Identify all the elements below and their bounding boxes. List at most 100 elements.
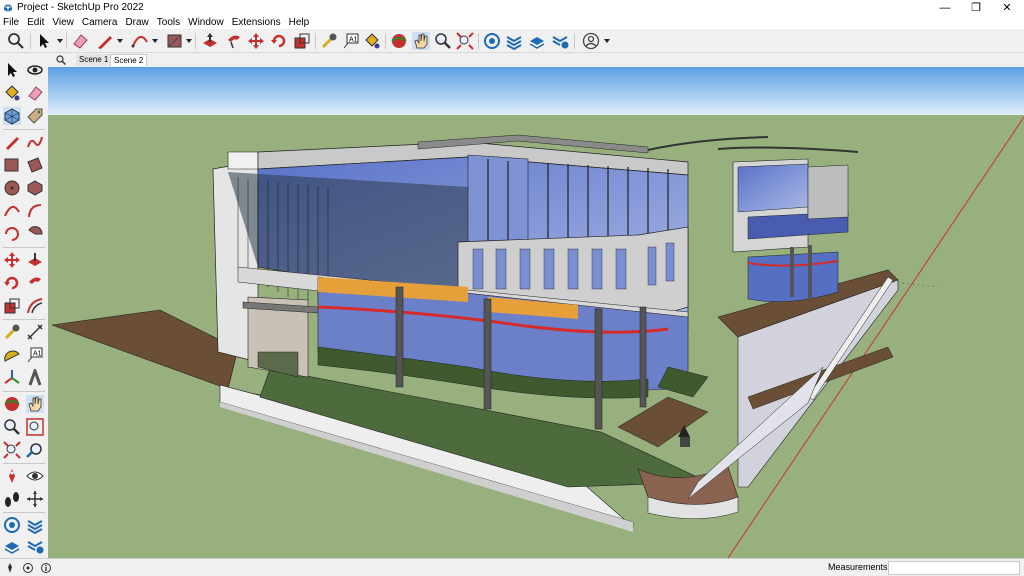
measurements-input[interactable] [888, 561, 1020, 575]
rotate-icon[interactable] [270, 32, 288, 50]
freehand-icon[interactable] [26, 133, 44, 151]
dimension-icon[interactable] [26, 323, 44, 341]
scene-tab-label: Scene 2 [114, 56, 144, 65]
minimize-icon: — [939, 1, 951, 14]
circle-icon[interactable] [3, 179, 21, 197]
send-to-layout-icon[interactable] [26, 537, 44, 555]
orbit-icon[interactable] [3, 395, 21, 413]
model-viewport[interactable] [48, 67, 1024, 558]
send-to-layout-icon[interactable] [551, 32, 569, 50]
select-arrow-icon[interactable] [35, 32, 53, 50]
sky [48, 67, 1024, 115]
zoom-extents-icon[interactable] [456, 32, 474, 50]
arc-icon[interactable] [131, 32, 149, 50]
previous-view-icon[interactable] [26, 441, 44, 459]
minimize-button[interactable]: — [930, 0, 960, 15]
pencil-icon[interactable] [96, 32, 114, 50]
section-plane-icon[interactable] [26, 490, 44, 508]
move-icon[interactable] [247, 32, 265, 50]
polygon-icon[interactable] [26, 179, 44, 197]
toolbar-separator [478, 33, 479, 49]
chevron-down-icon[interactable] [57, 39, 63, 43]
3d-text-icon[interactable] [26, 369, 44, 387]
extension-warehouse-icon[interactable] [26, 516, 44, 534]
paint-bucket-icon[interactable] [363, 32, 381, 50]
shape-icon[interactable] [166, 32, 184, 50]
zoom-window-icon[interactable] [26, 418, 44, 436]
push-pull-icon[interactable] [201, 32, 219, 50]
extension-warehouse-icon[interactable] [505, 32, 523, 50]
close-button[interactable]: ✕ [992, 0, 1022, 15]
rotated-rectangle-icon[interactable] [26, 156, 44, 174]
menu-bar: File Edit View Camera Draw Tools Window … [0, 15, 1024, 29]
chevron-down-icon[interactable] [117, 39, 123, 43]
svg-text:A1: A1 [349, 37, 358, 44]
menu-tools[interactable]: Tools [157, 17, 180, 28]
eraser-icon[interactable] [71, 32, 89, 50]
menu-window[interactable]: Window [188, 17, 224, 28]
main-toolbar: A1 [0, 29, 1024, 53]
tag-icon[interactable] [26, 107, 44, 125]
tab-scene-1[interactable]: Scene 1 [76, 54, 112, 66]
select-icon[interactable] [3, 61, 21, 79]
three-point-arc-icon[interactable] [3, 225, 21, 243]
orbit-icon[interactable] [390, 32, 408, 50]
look-around-icon[interactable] [26, 467, 44, 485]
menu-extensions[interactable]: Extensions [232, 17, 281, 28]
move-icon[interactable] [3, 251, 21, 269]
push-pull-icon[interactable] [26, 251, 44, 269]
pan-icon[interactable] [26, 395, 44, 413]
chevron-down-icon[interactable] [186, 39, 192, 43]
menu-file[interactable]: File [3, 17, 19, 28]
menu-edit[interactable]: Edit [27, 17, 44, 28]
protractor-icon[interactable] [3, 346, 21, 364]
warehouse-icon[interactable] [3, 516, 21, 534]
menu-draw[interactable]: Draw [125, 17, 148, 28]
layout-icon[interactable] [528, 32, 546, 50]
tape-measure-icon[interactable] [320, 32, 338, 50]
menu-camera[interactable]: Camera [82, 17, 118, 28]
search-icon[interactable] [7, 32, 25, 50]
layout-icon[interactable] [3, 537, 21, 555]
credits-icon[interactable] [22, 562, 34, 574]
axes-icon[interactable] [3, 369, 21, 387]
account-icon[interactable] [582, 32, 600, 50]
restore-button[interactable]: ❐ [961, 0, 991, 15]
two-point-arc-icon[interactable] [26, 202, 44, 220]
chevron-down-icon[interactable] [604, 39, 610, 43]
scale-icon[interactable] [293, 32, 311, 50]
paint-bucket-icon[interactable] [3, 84, 21, 102]
menu-view[interactable]: View [52, 17, 74, 28]
line-icon[interactable] [3, 133, 21, 151]
zoom-icon[interactable] [3, 418, 21, 436]
zoom-extents-icon[interactable] [3, 441, 21, 459]
info-icon[interactable] [40, 562, 52, 574]
orbit-icon[interactable] [26, 61, 44, 79]
warehouse-icon[interactable] [483, 32, 501, 50]
follow-me-icon[interactable] [225, 32, 243, 50]
follow-me-icon[interactable] [26, 274, 44, 292]
rotate-icon[interactable] [3, 274, 21, 292]
zoom-icon[interactable] [434, 32, 452, 50]
text-icon[interactable]: A1 [342, 32, 360, 50]
pan-icon[interactable] [412, 32, 430, 50]
menu-help[interactable]: Help [289, 17, 310, 28]
eraser-icon[interactable] [26, 84, 44, 102]
status-bar: Measurements [0, 558, 1024, 576]
component-icon[interactable] [3, 107, 21, 125]
building-model-canvas[interactable] [48, 67, 1024, 558]
scale-icon[interactable] [3, 297, 21, 315]
chevron-down-icon[interactable] [152, 39, 158, 43]
position-camera-icon[interactable] [3, 467, 21, 485]
arc-icon[interactable] [3, 202, 21, 220]
tab-scene-2[interactable]: Scene 2 [110, 54, 148, 66]
offset-icon[interactable] [26, 297, 44, 315]
tape-measure-icon[interactable] [3, 323, 21, 341]
toolbar-separator [3, 319, 45, 320]
walk-icon[interactable] [3, 490, 21, 508]
geo-location-icon[interactable] [4, 562, 16, 574]
search-icon[interactable] [56, 55, 66, 65]
text-icon[interactable]: A1 [26, 346, 44, 364]
rectangle-icon[interactable] [3, 156, 21, 174]
pie-icon[interactable] [26, 225, 44, 243]
